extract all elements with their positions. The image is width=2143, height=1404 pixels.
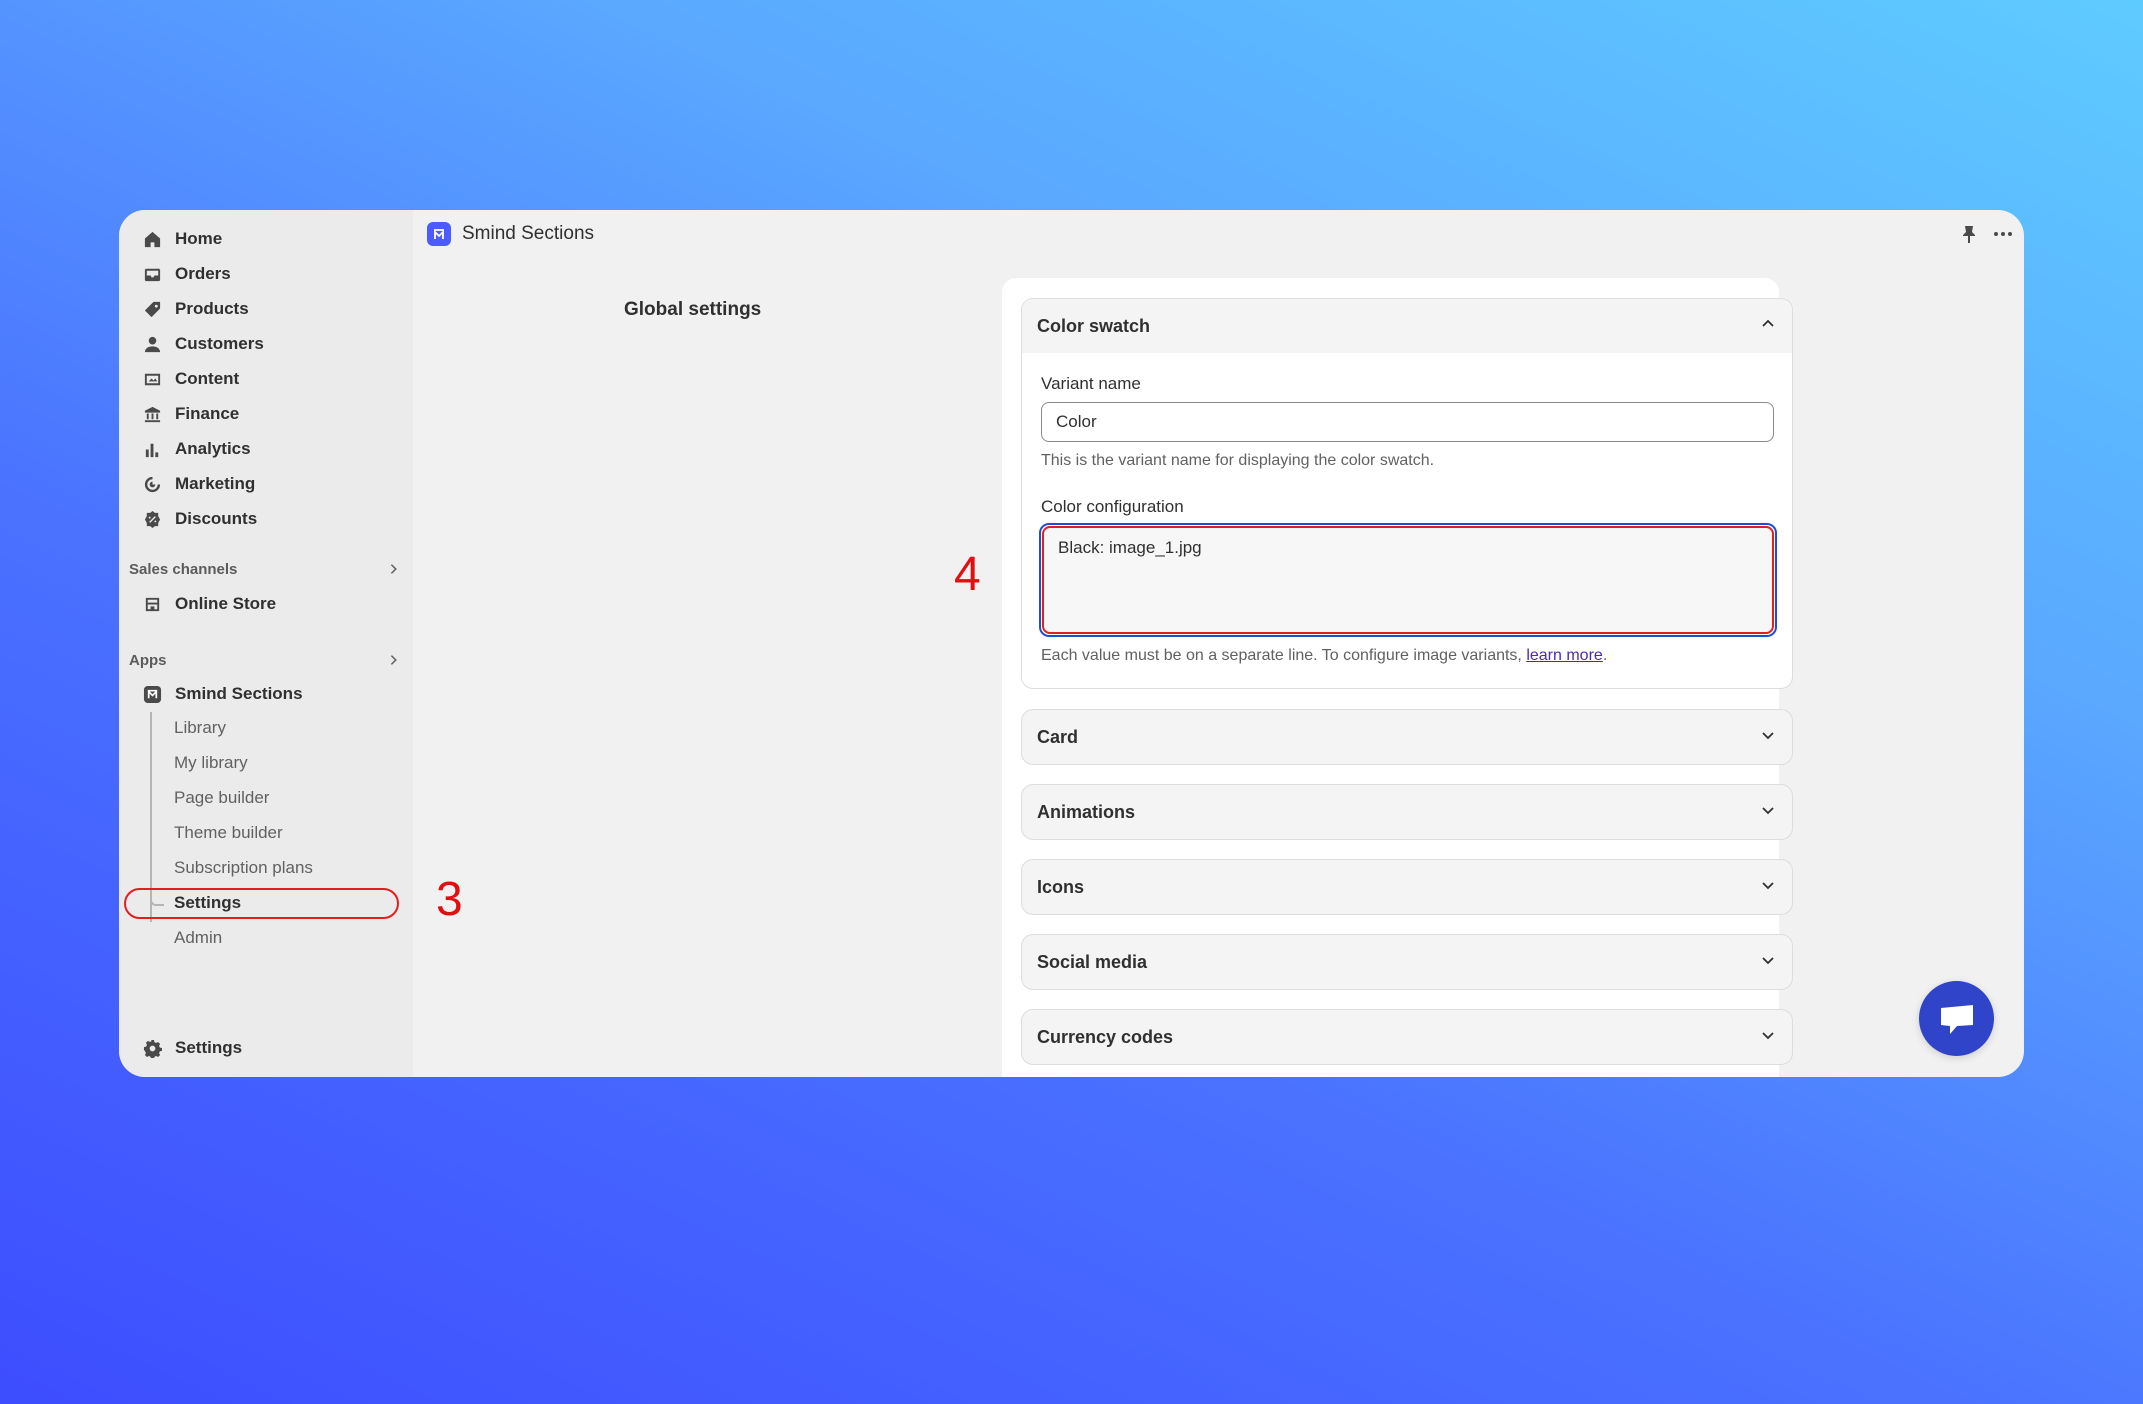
app-topbar: Smind Sections bbox=[413, 210, 2024, 258]
sales-channels-header[interactable]: Sales channels bbox=[129, 556, 401, 582]
sidebar-item-smind-sections[interactable]: Smind Sections bbox=[137, 678, 397, 710]
variant-name-help: This is the variant name for displaying … bbox=[1041, 452, 1435, 469]
page-title: Global settings bbox=[624, 299, 762, 320]
discount-icon bbox=[141, 508, 163, 530]
animations-section[interactable]: Animations bbox=[1021, 784, 1793, 840]
section-title: Social media bbox=[1037, 951, 1148, 972]
sidebar-item-label: Online Store bbox=[175, 594, 277, 613]
card-section[interactable]: Card bbox=[1021, 709, 1793, 765]
sidebar-item-label: Discounts bbox=[175, 509, 258, 528]
sidebar-item-customers[interactable]: Customers bbox=[137, 328, 397, 360]
currency-codes-section[interactable]: Currency codes bbox=[1021, 1009, 1793, 1065]
sidebar-item-label: Customers bbox=[175, 334, 264, 353]
pin-icon[interactable] bbox=[1960, 224, 1978, 244]
smind-app-icon bbox=[141, 683, 163, 705]
sidebar-item-label: Products bbox=[175, 299, 249, 318]
sidebar-item-label: Smind Sections bbox=[175, 684, 303, 703]
bank-icon bbox=[141, 403, 163, 425]
subitem-page-builder[interactable]: Page builder bbox=[174, 783, 269, 813]
section-title: Currency codes bbox=[1037, 1026, 1174, 1047]
home-icon bbox=[141, 228, 163, 250]
apps-label: Apps bbox=[129, 651, 167, 669]
chevron-down-icon bbox=[1760, 802, 1776, 823]
help-text: Each value must be on a separate line. T… bbox=[1041, 647, 1527, 664]
sidebar-item-label: Settings bbox=[175, 1038, 243, 1057]
color-swatch-header[interactable]: Color swatch bbox=[1022, 299, 1792, 353]
inbox-icon bbox=[141, 263, 163, 285]
store-icon bbox=[141, 593, 163, 615]
chevron-down-icon bbox=[1760, 877, 1776, 898]
subitem-theme-builder[interactable]: Theme builder bbox=[174, 818, 283, 848]
smind-logo-icon bbox=[427, 222, 451, 246]
sidebar-item-label: Content bbox=[175, 369, 240, 388]
sales-channels-label: Sales channels bbox=[129, 560, 238, 578]
sidebar: Home Orders Products Customers Content F… bbox=[119, 210, 413, 1077]
chat-button[interactable] bbox=[1919, 981, 1994, 1056]
chevron-down-icon bbox=[1760, 1027, 1776, 1048]
section-title: Icons bbox=[1037, 876, 1085, 897]
sidebar-item-discounts[interactable]: Discounts bbox=[137, 503, 397, 535]
settings-highlight bbox=[124, 888, 399, 919]
social-media-section[interactable]: Social media bbox=[1021, 934, 1793, 990]
target-icon bbox=[141, 473, 163, 495]
apps-header[interactable]: Apps bbox=[129, 647, 401, 673]
step-3-annotation: 3 bbox=[436, 873, 463, 926]
app-window: Home Orders Products Customers Content F… bbox=[119, 210, 2024, 1077]
chevron-right-icon bbox=[390, 655, 397, 665]
icons-section[interactable]: Icons bbox=[1021, 859, 1793, 915]
gear-icon bbox=[141, 1037, 163, 1059]
sidebar-item-label: Marketing bbox=[175, 474, 256, 493]
learn-more-link[interactable]: learn more bbox=[1526, 647, 1602, 664]
color-config-help: Each value must be on a separate line. T… bbox=[1041, 647, 1607, 665]
chevron-down-icon bbox=[1760, 727, 1776, 748]
sidebar-item-label: Home bbox=[175, 229, 223, 248]
sidebar-item-orders[interactable]: Orders bbox=[137, 258, 397, 290]
section-title: Animations bbox=[1037, 801, 1136, 822]
sidebar-item-products[interactable]: Products bbox=[137, 293, 397, 325]
sidebar-item-online-store[interactable]: Online Store bbox=[137, 588, 397, 620]
color-config-focus-ring: Black: image_1.jpg bbox=[1039, 523, 1777, 637]
sidebar-item-label: Orders bbox=[175, 264, 231, 283]
chevron-up-icon bbox=[1760, 316, 1776, 337]
sidebar-item-home[interactable]: Home bbox=[137, 223, 397, 255]
sidebar-item-content[interactable]: Content bbox=[137, 363, 397, 395]
sidebar-item-label: Finance bbox=[175, 404, 240, 423]
subitem-admin[interactable]: Admin bbox=[174, 923, 222, 953]
color-config-textarea[interactable]: Black: image_1.jpg bbox=[1042, 526, 1774, 634]
color-config-label: Color configuration bbox=[1041, 497, 1184, 516]
section-title: Color swatch bbox=[1037, 315, 1151, 336]
chat-icon bbox=[1940, 1004, 1973, 1034]
tag-icon bbox=[141, 298, 163, 320]
more-options-icon[interactable] bbox=[1992, 223, 2014, 245]
bar-chart-icon bbox=[141, 438, 163, 460]
subitem-subscription-plans[interactable]: Subscription plans bbox=[174, 853, 313, 883]
app-title: Smind Sections bbox=[462, 223, 595, 244]
person-icon bbox=[141, 333, 163, 355]
subitem-library[interactable]: Library bbox=[174, 713, 226, 743]
variant-name-label: Variant name bbox=[1041, 374, 1141, 393]
color-swatch-section: Color swatch Variant name This is the va… bbox=[1021, 298, 1793, 689]
sidebar-item-marketing[interactable]: Marketing bbox=[137, 468, 397, 500]
section-title: Card bbox=[1037, 726, 1079, 747]
subitem-my-library[interactable]: My library bbox=[174, 748, 248, 778]
help-suffix: . bbox=[1602, 647, 1608, 664]
sidebar-item-finance[interactable]: Finance bbox=[137, 398, 397, 430]
step-4-annotation: 4 bbox=[954, 548, 981, 601]
chevron-right-icon bbox=[390, 564, 397, 574]
sidebar-item-analytics[interactable]: Analytics bbox=[137, 433, 397, 465]
sidebar-item-label: Analytics bbox=[175, 439, 251, 458]
sidebar-item-settings[interactable]: Settings bbox=[137, 1032, 397, 1064]
chevron-down-icon bbox=[1760, 952, 1776, 973]
image-icon bbox=[141, 368, 163, 390]
variant-name-input[interactable] bbox=[1041, 402, 1774, 442]
